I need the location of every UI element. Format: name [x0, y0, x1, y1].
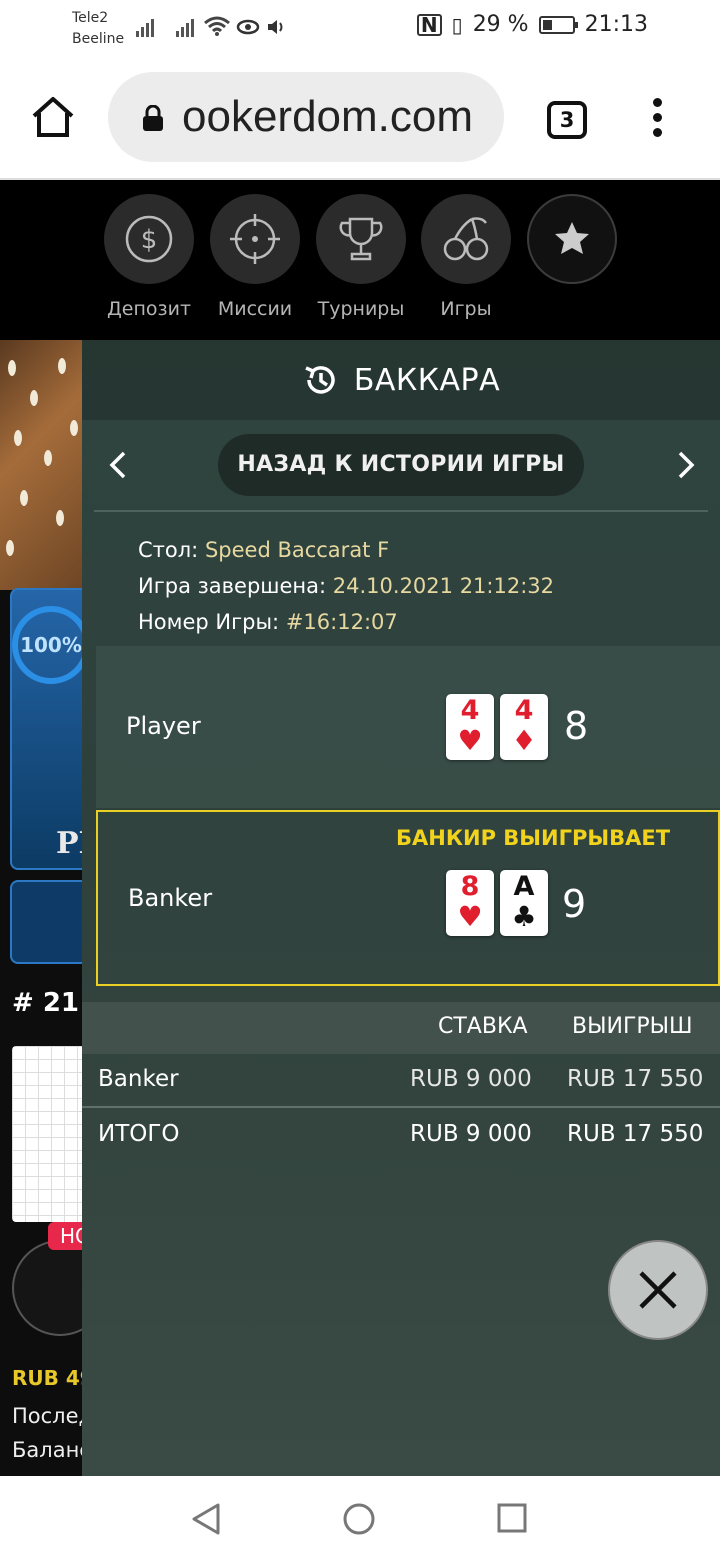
dealer-video	[0, 340, 90, 590]
bets-table-header: СТАВКА ВЫИГРЫШ	[82, 1002, 720, 1054]
close-icon	[639, 1271, 677, 1309]
signal-2-icon	[176, 18, 196, 37]
banker-hand: БАНКИР ВЫИГРЫВАЕТ Banker 8 ♥ A ♣ 9	[96, 810, 720, 986]
site-nav: $ Депозит Миссии Турниры Игры	[0, 182, 720, 340]
nav-missions[interactable]: Миссии	[202, 194, 308, 320]
nav-tournaments-label: Турниры	[317, 298, 405, 320]
eye-icon	[236, 16, 260, 40]
playing-card: 4 ♦	[500, 694, 548, 760]
stake-column-header: СТАВКА	[438, 1014, 528, 1039]
finished-value: 24.10.2021 21:12:32	[332, 574, 555, 598]
heart-icon: ♥	[457, 900, 483, 933]
total-label: ИТОГО	[98, 1121, 180, 1147]
square-recents-icon	[497, 1503, 527, 1533]
playing-card: 8 ♥	[446, 870, 494, 936]
star-icon	[555, 222, 589, 254]
triangle-back-icon	[192, 1503, 220, 1535]
round-number: # 21	[12, 988, 80, 1018]
win-column-header: ВЫИГРЫШ	[572, 1014, 693, 1039]
nav-deposit-label: Депозит	[106, 298, 192, 320]
payout-ring: 100%	[12, 606, 90, 684]
tab-switcher-button[interactable]: 3	[547, 101, 587, 139]
dollar-icon: $	[125, 215, 173, 263]
nav-games-label: Игры	[440, 298, 492, 320]
prev-game-button[interactable]	[104, 450, 134, 480]
close-button[interactable]	[608, 1240, 708, 1340]
nfc-icon: N	[416, 13, 442, 36]
heart-icon: ♥	[457, 724, 483, 757]
trophy-icon	[339, 217, 383, 261]
nav-missions-label: Миссии	[217, 298, 293, 320]
divider	[94, 510, 708, 512]
history-icon	[305, 366, 335, 394]
carrier-1: Tele2	[72, 10, 109, 26]
nav-games[interactable]: Игры	[413, 194, 519, 320]
vibrate-icon: ▯	[451, 12, 463, 37]
winner-label: БАНКИР ВЫИГРЫВАЕТ	[396, 826, 671, 850]
lock-icon	[142, 104, 164, 131]
player-score: 8	[564, 704, 589, 748]
chevron-right-icon	[678, 451, 695, 479]
game-number-value: #16:12:07	[285, 610, 398, 634]
system-nav-bar	[0, 1476, 720, 1560]
game-number-info: Номер Игры: #16:12:07	[138, 610, 398, 634]
divider	[82, 1106, 720, 1108]
url-text: ookerdom.com	[182, 92, 474, 141]
playing-card: A ♣	[500, 870, 548, 936]
table-info: Стол: Speed Baccarat F	[138, 538, 389, 562]
menu-icon[interactable]	[650, 98, 664, 138]
bet-name: Banker	[98, 1066, 179, 1092]
carrier-names: Tele2 Beeline	[72, 8, 124, 50]
club-icon: ♣	[511, 900, 537, 933]
panel-header: БАККАРА	[82, 340, 720, 420]
back-button[interactable]	[190, 1502, 222, 1540]
status-right: N ▯ 29 % 21:13	[416, 12, 648, 37]
finished-label: Игра завершена:	[138, 574, 327, 598]
clock: 21:13	[584, 12, 648, 37]
chevron-left-icon	[109, 451, 126, 479]
player-hand: Player 4 ♥ 4 ♦ 8	[96, 646, 720, 808]
nav-tournaments[interactable]: Турниры	[308, 194, 414, 320]
crosshair-icon	[230, 214, 280, 264]
wifi-icon	[204, 16, 230, 41]
panel-title: БАККАРА	[353, 362, 501, 398]
address-bar[interactable]: ookerdom.com	[108, 72, 504, 162]
diamond-icon: ♦	[511, 724, 537, 757]
playing-card: 4 ♥	[446, 694, 494, 760]
total-win: RUB 17 550	[567, 1121, 704, 1147]
browser-toolbar: ookerdom.com 3	[0, 56, 720, 180]
carrier-2: Beeline	[72, 31, 125, 47]
signal-1-icon	[136, 18, 156, 37]
battery-icon	[538, 15, 578, 34]
circle-home-icon	[343, 1503, 375, 1535]
home-button[interactable]	[30, 94, 76, 140]
volume-icon	[266, 18, 286, 40]
bet-win: RUB 17 550	[567, 1066, 704, 1092]
cherries-icon	[443, 217, 489, 261]
balance-label: Баланс	[12, 1438, 91, 1462]
nav-favorites[interactable]	[519, 194, 625, 284]
back-to-history-button[interactable]: НАЗАД К ИСТОРИИ ИГРЫ	[218, 434, 584, 496]
banker-score: 9	[562, 882, 587, 926]
status-bar: Tele2 Beeline N ▯ 29 % 21:13	[0, 0, 720, 56]
recents-button[interactable]	[496, 1502, 528, 1538]
game-number-label: Номер Игры:	[138, 610, 280, 634]
table-value: Speed Baccarat F	[204, 538, 390, 562]
player-label: Player	[126, 712, 201, 740]
next-game-button[interactable]	[670, 450, 700, 480]
finished-info: Игра завершена: 24.10.2021 21:12:32	[138, 574, 554, 598]
bet-stake: RUB 9 000	[410, 1066, 532, 1092]
svg-text:$: $	[141, 225, 158, 255]
table-label: Стол:	[138, 538, 199, 562]
home-icon	[32, 97, 74, 137]
banker-label: Banker	[128, 884, 213, 912]
battery-percent: 29 %	[472, 12, 529, 37]
total-stake: RUB 9 000	[410, 1121, 532, 1147]
nav-deposit[interactable]: $ Депозит	[96, 194, 202, 320]
home-nav-button[interactable]	[342, 1502, 376, 1540]
